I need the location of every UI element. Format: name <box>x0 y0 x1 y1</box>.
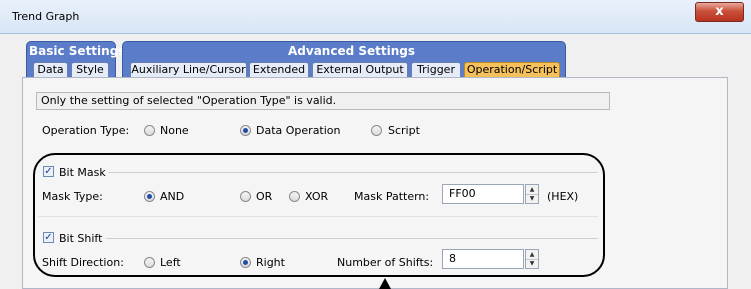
radio-data-operation[interactable] <box>240 125 251 136</box>
window-title: Trend Graph <box>12 10 80 23</box>
tab-operation-script[interactable]: Operation/Script <box>464 62 560 78</box>
operation-type-label: Operation Type: <box>42 124 130 137</box>
radio-data-operation-label: Data Operation <box>256 124 341 137</box>
title-bar <box>0 0 751 34</box>
radio-script-label: Script <box>388 124 420 137</box>
tab-style[interactable]: Style <box>71 62 109 78</box>
tab-external-output[interactable]: External Output <box>312 62 408 78</box>
tab-extended[interactable]: Extended <box>249 62 309 78</box>
radio-script[interactable] <box>371 125 382 136</box>
advanced-settings-label: Advanced Settings <box>288 44 416 58</box>
basic-settings-label: Basic Settings <box>29 44 126 58</box>
close-button[interactable]: x <box>695 2 744 22</box>
radio-none-label: None <box>160 124 189 137</box>
radio-none[interactable] <box>144 125 155 136</box>
close-icon: x <box>715 4 724 19</box>
tab-trigger[interactable]: Trigger <box>411 62 461 78</box>
tab-auxiliary-line-cursor[interactable]: Auxiliary Line/Cursor <box>130 62 247 78</box>
info-message: Only the setting of selected "Operation … <box>36 92 610 110</box>
highlight-ring <box>33 153 605 277</box>
tab-data[interactable]: Data <box>33 62 68 78</box>
pointer-arrow-icon <box>379 278 391 289</box>
